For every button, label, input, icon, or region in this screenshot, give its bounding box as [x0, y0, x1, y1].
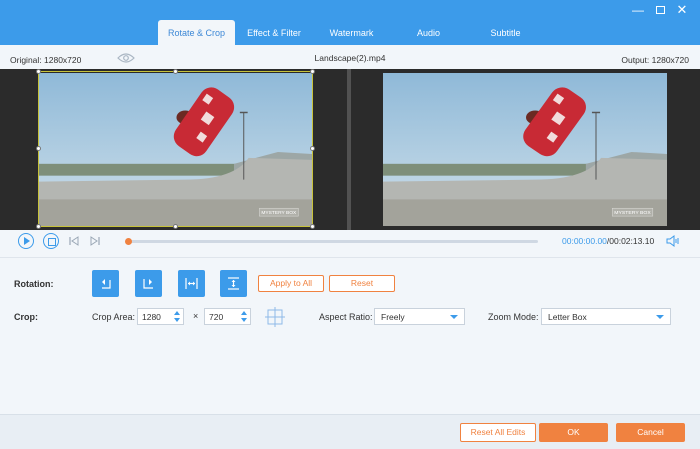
aspect-ratio-value: Freely — [381, 312, 405, 322]
crop-width-value: 1280 — [142, 312, 161, 322]
close-button[interactable]: ✕ — [675, 3, 689, 16]
crop-handle-left[interactable] — [36, 146, 41, 151]
crop-height-field[interactable]: 720 — [204, 308, 251, 325]
reset-rotation-button[interactable]: Reset — [329, 275, 395, 292]
crop-label: Crop: — [14, 312, 38, 322]
crop-height-stepper[interactable] — [240, 310, 248, 323]
ok-button[interactable]: OK — [539, 423, 608, 442]
crop-handle-bottom-right[interactable] — [310, 224, 315, 229]
crop-width-stepper[interactable] — [173, 310, 181, 323]
crop-width-field[interactable]: 1280 — [137, 308, 184, 325]
playback-bar: 00:00:00.00/00:02:13.10 — [0, 230, 700, 252]
tab-watermark[interactable]: Watermark — [313, 20, 390, 45]
rotate-left-icon — [102, 279, 111, 289]
next-frame-icon[interactable] — [89, 236, 101, 246]
crop-handle-right[interactable] — [310, 146, 315, 151]
apply-to-all-button[interactable]: Apply to All — [258, 275, 324, 292]
play-button[interactable] — [18, 233, 34, 249]
crop-area-label: Crop Area: — [92, 312, 136, 322]
output-video-frame: MYSTERY BOX — [383, 73, 667, 226]
stop-button[interactable] — [43, 233, 59, 249]
zoom-mode-value: Letter Box — [548, 312, 587, 322]
crop-height-value: 720 — [209, 312, 224, 322]
flip-horizontal-icon — [185, 278, 198, 289]
zoom-mode-select[interactable]: Letter Box — [541, 308, 671, 325]
volume-icon[interactable] — [666, 235, 679, 247]
center-crop-icon[interactable] — [264, 306, 286, 328]
playback-time: 00:00:00.00/00:02:13.10 — [562, 236, 654, 246]
original-preview: MYSTERY BOX — [0, 69, 347, 230]
section-divider — [0, 257, 700, 258]
total-time: /00:02:13.10 — [606, 236, 655, 246]
rotate-right-button[interactable] — [135, 270, 162, 297]
rotate-left-button[interactable] — [92, 270, 119, 297]
crop-handle-top-right[interactable] — [310, 69, 315, 74]
preview-header: Original: 1280x720 Landscape(2).mp4 Outp… — [0, 50, 700, 68]
chevron-down-icon — [450, 315, 458, 319]
flip-horizontal-button[interactable] — [178, 270, 205, 297]
skate-scene-image: MYSTERY BOX — [383, 73, 667, 226]
output-resolution: Output: 1280x720 — [621, 55, 689, 65]
crop-handle-bottom[interactable] — [173, 224, 178, 229]
times-sign: × — [193, 311, 199, 321]
crop-handle-top-left[interactable] — [36, 69, 41, 74]
reset-all-edits-button[interactable]: Reset All Edits — [460, 423, 536, 442]
progress-thumb[interactable] — [125, 238, 132, 245]
previous-frame-icon[interactable] — [68, 236, 80, 246]
maximize-icon — [655, 6, 665, 14]
rotate-right-icon — [143, 279, 153, 289]
current-time: 00:00:00.00 — [562, 236, 607, 246]
cancel-button[interactable]: Cancel — [616, 423, 685, 442]
tab-audio[interactable]: Audio — [390, 20, 467, 45]
maximize-button[interactable] — [653, 4, 667, 16]
file-name: Landscape(2).mp4 — [314, 53, 386, 63]
tab-subtitle[interactable]: Subtitle — [467, 20, 544, 45]
output-preview: MYSTERY BOX — [351, 69, 700, 230]
progress-slider[interactable] — [125, 238, 538, 245]
rotation-label: Rotation: — [14, 279, 54, 289]
aspect-ratio-select[interactable]: Freely — [374, 308, 465, 325]
crop-handle-bottom-left[interactable] — [36, 224, 41, 229]
video-watermark-text: MYSTERY BOX — [614, 210, 651, 216]
crop-handle-top[interactable] — [173, 69, 178, 74]
crop-rectangle[interactable] — [38, 71, 313, 227]
flip-vertical-button[interactable] — [220, 270, 247, 297]
aspect-ratio-label: Aspect Ratio: — [319, 312, 373, 322]
title-bar: — ✕ Rotate & Crop Effect & Filter Waterm… — [0, 0, 700, 45]
chevron-down-icon — [656, 315, 664, 319]
tab-rotate-crop[interactable]: Rotate & Crop — [158, 20, 235, 45]
minimize-button[interactable]: — — [631, 4, 645, 16]
footer-bar: Reset All Edits OK Cancel — [0, 414, 700, 449]
tab-bar: Rotate & Crop Effect & Filter Watermark … — [158, 20, 544, 45]
flip-vertical-icon — [228, 277, 239, 290]
zoom-mode-label: Zoom Mode: — [488, 312, 539, 322]
tab-effect-filter[interactable]: Effect & Filter — [235, 20, 313, 45]
